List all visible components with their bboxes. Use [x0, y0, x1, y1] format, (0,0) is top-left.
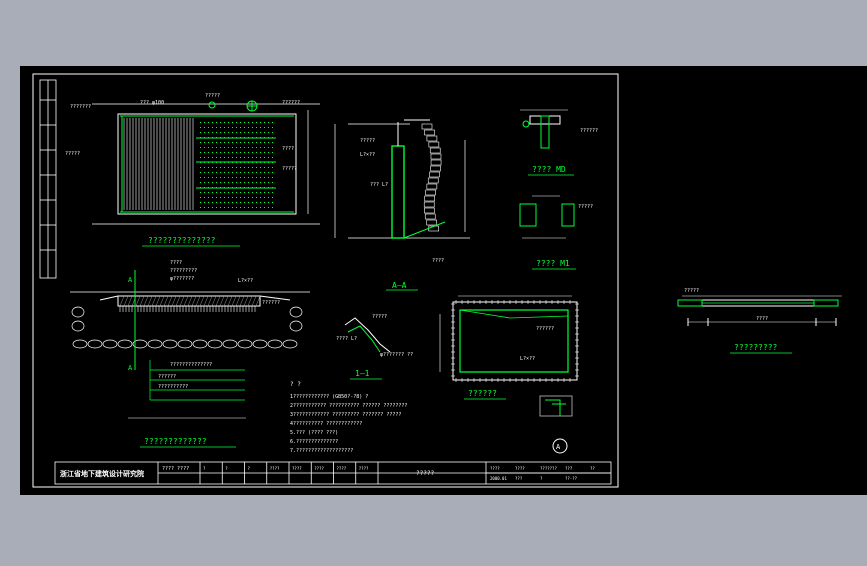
cad-viewer: ??????? ??? φ100 ????? ????? ?????? ????… [0, 0, 867, 562]
title-block-cell: ???? [359, 466, 369, 471]
note-line: 6.?????????????? [290, 439, 338, 445]
note-line: 4?????????? ???????????? [290, 421, 362, 427]
notes-heading: ? ? [290, 381, 301, 388]
title-block-cell: ???? [292, 466, 302, 471]
plan-label-3: ????? [205, 93, 220, 99]
aa-label-4: ???? [432, 258, 444, 264]
md-title: ???? MD [532, 165, 566, 174]
trench-label-8: ?????????? [158, 384, 188, 390]
note-line: 3???????????? ????????? ??????? ????? [290, 412, 401, 418]
plan-label-7: ????? [282, 166, 297, 172]
side-title: ????????? [734, 343, 778, 352]
s11-label-1: ???? L? [336, 336, 357, 342]
s11-label-2: ????? [372, 314, 387, 320]
trench-label-1: ???? [170, 260, 182, 266]
title-block-org: 浙江省地下建筑设计研究院 [60, 469, 144, 478]
bottom-left-title: ????????????? [144, 437, 207, 446]
pool-title: ?????? [468, 389, 497, 398]
trench-label-7: ?????? [158, 374, 176, 380]
aa-label-2: L?×?? [360, 152, 375, 158]
plan-label-1: ??????? [70, 104, 91, 110]
note-line: 2??????????? ?????????? ?????? ???????? [290, 403, 407, 409]
side-sheet [624, 66, 867, 495]
title-block-right-cell: ??????? [540, 466, 557, 471]
note-line: 1???????????? (GB50?-?8) ? [290, 394, 368, 400]
title-block-code: ???? ???? [162, 466, 189, 472]
trench-label-2: ????????? [170, 268, 197, 274]
pool-label-1: ?????? [536, 326, 554, 332]
section-11-title: 1—1 [355, 369, 370, 378]
m1-title: ???? M1 [536, 259, 570, 268]
md-label: ?????? [580, 128, 598, 134]
plan-label-4: ????? [65, 151, 80, 157]
note-line: 5.??? (???? ???) [290, 430, 338, 436]
title-block-right-cell: ?? [590, 466, 595, 471]
side-label-1: ????? [684, 288, 699, 294]
trench-label-3: φ??????? [170, 276, 194, 282]
plan-label-5: ?????? [282, 100, 300, 106]
aa-label-1: ????? [360, 138, 375, 144]
note-line: 7.??????????????????? [290, 448, 353, 454]
plan-label-2: ??? φ100 [140, 100, 164, 106]
plan-label-6: ???? [282, 146, 294, 152]
title-block-right-cell: ???? [515, 466, 525, 471]
trench-label-6: ?????????????? [170, 362, 212, 368]
aa-label-3: ??? L? [370, 182, 388, 188]
pool-label-2: L?×?? [520, 356, 535, 362]
title-block-right-cell: 2000.01 [490, 476, 507, 481]
cad-drawing-canvas[interactable]: ??????? ??? φ100 ????? ????? ?????? ????… [0, 0, 867, 562]
section-aa-title: A—A [392, 281, 407, 290]
m1-label: ????? [578, 204, 593, 210]
title-block-cell: ???? [270, 466, 280, 471]
title-block-right-cell: ??-?? [565, 476, 578, 481]
plan-title: ?????????????? [148, 236, 216, 245]
title-block-cell: ???? [337, 466, 347, 471]
trench-label-5: ?????? [262, 300, 280, 306]
trench-label-4: L?×?? [238, 278, 253, 284]
side-label-2: ???? [756, 316, 768, 322]
title-block-right-cell: ??? [515, 476, 523, 481]
title-block-right-cell: ??? [565, 466, 573, 471]
title-block-name: ????? [416, 470, 434, 477]
s11-label-3: φ??????? ?? [380, 352, 413, 358]
title-block-right-cell: ???? [490, 466, 500, 471]
title-block-cell: ???? [314, 466, 324, 471]
